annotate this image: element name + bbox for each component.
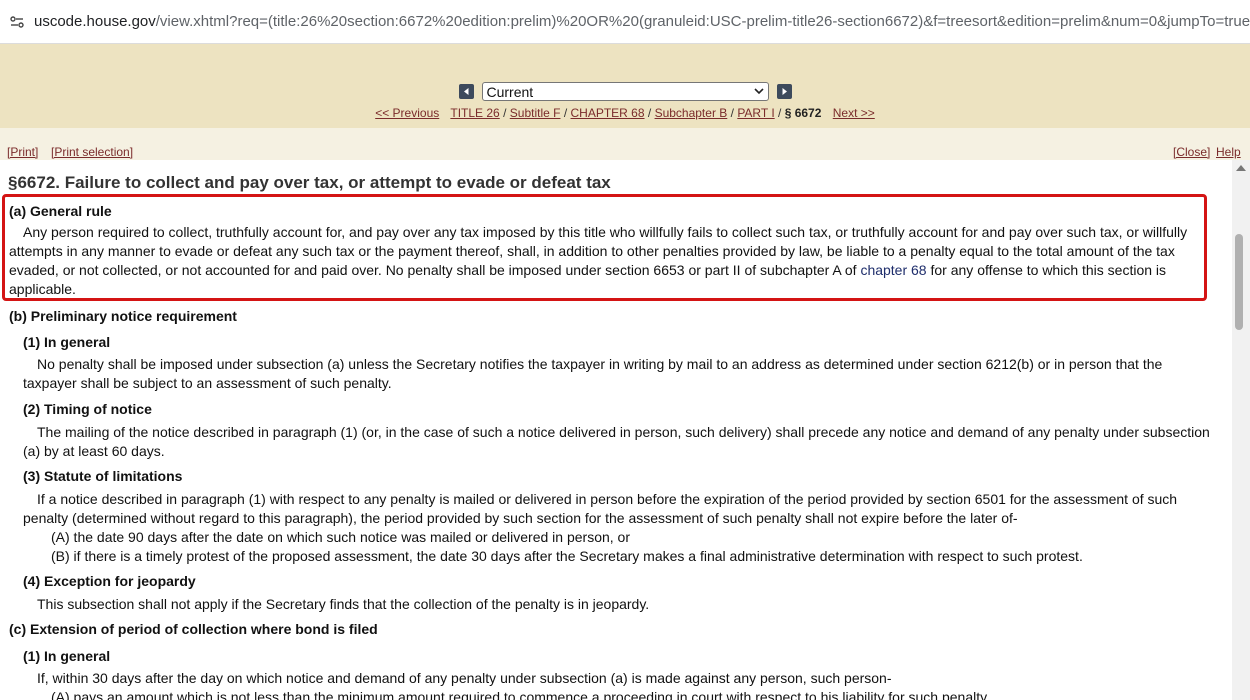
paragraph-b3-text: penalty (determined without regard to th… — [23, 510, 1018, 526]
paragraph-b1-text: taxpayer shall be subject to an assessme… — [23, 375, 392, 391]
print-link[interactable]: [Print] — [7, 145, 38, 159]
crumb-title[interactable]: TITLE 26 — [450, 106, 499, 120]
paragraph-b1-text: No penalty shall be imposed under subsec… — [37, 356, 1163, 372]
address-bar[interactable]: uscode.house.gov/view.xhtml?req=(title:2… — [0, 0, 1250, 44]
paragraph-b2-text: The mailing of the notice described in p… — [37, 424, 1210, 440]
chapter-68-link[interactable]: chapter 68 — [860, 262, 926, 278]
section-title: §6672. Failure to collect and pay over t… — [8, 173, 611, 192]
version-nav: Current — [0, 82, 1250, 101]
crumb-separator: / — [778, 106, 782, 120]
clause-b3-B: (B) if there is a timely protest of the … — [51, 548, 1083, 564]
previous-version-button[interactable] — [458, 84, 474, 99]
section-content: §6672. Failure to collect and pay over t… — [0, 160, 1232, 700]
print-selection-link[interactable]: [Print selection] — [51, 145, 133, 159]
subsection-a-text: evaded, or not collected, or not account… — [9, 262, 1167, 278]
crumb-subchapter[interactable]: Subchapter B — [655, 106, 728, 120]
crumb-part[interactable]: PART I — [737, 106, 774, 120]
url-text[interactable]: uscode.house.gov/view.xhtml?req=(title:2… — [34, 13, 1250, 30]
subsection-a-text: attempts in any manner to evade or defea… — [9, 243, 1175, 259]
next-link[interactable]: Next >> — [833, 106, 875, 120]
tool-row: [Print] [Print selection] [Close] Help — [0, 128, 1250, 160]
paragraph-b3-text: If a notice described in paragraph (1) w… — [37, 491, 1178, 507]
breadcrumb: << Previous TITLE 26 / Subtitle F / CHAP… — [0, 106, 1250, 120]
crumb-separator: / — [730, 106, 734, 120]
site-info-icon[interactable] — [6, 11, 28, 33]
subsection-a-text: applicable. — [9, 281, 76, 297]
crumb-subtitle[interactable]: Subtitle F — [510, 106, 561, 120]
paragraph-b2-heading: (2) Timing of notice — [23, 401, 152, 417]
paragraph-c1-text: If, within 30 days after the day on whic… — [37, 670, 892, 686]
scroll-up-icon[interactable] — [1236, 165, 1246, 171]
version-select-value: Current — [486, 83, 534, 100]
subsection-c-heading: (c) Extension of period of collection wh… — [9, 621, 378, 637]
paragraph-b3-heading: (3) Statute of limitations — [23, 468, 183, 484]
close-link[interactable]: [Close] — [1173, 145, 1210, 159]
paragraph-c1-heading: (1) In general — [23, 648, 111, 664]
chevron-down-icon — [753, 88, 764, 95]
paragraph-b4-text: This subsection shall not apply if the S… — [37, 596, 650, 612]
paragraph-b4-heading: (4) Exception for jeopardy — [23, 573, 196, 589]
arrow-right-icon — [782, 88, 787, 95]
subsection-b-heading: (b) Preliminary notice requirement — [9, 308, 237, 324]
previous-link[interactable]: << Previous — [375, 106, 439, 120]
crumb-separator: / — [647, 106, 652, 120]
paragraph-b1-heading: (1) In general — [23, 334, 111, 350]
clause-c1-A: (A) pays an amount which is not less tha… — [51, 689, 990, 700]
vertical-scrollbar[interactable] — [1232, 160, 1250, 700]
crumb-separator: / — [563, 106, 568, 120]
arrow-left-icon — [463, 88, 468, 95]
crumb-current: § 6672 — [784, 106, 822, 120]
subsection-a-heading: (a) General rule — [9, 203, 112, 219]
navigation-band: Current << Previous TITLE 26 / Subtitle … — [0, 44, 1250, 128]
next-version-button[interactable] — [776, 84, 792, 99]
subsection-a-text: Any person required to collect, truthful… — [23, 224, 1188, 240]
clause-b3-A: (A) the date 90 days after the date on w… — [51, 529, 630, 545]
paragraph-b2-text: (a) by at least 60 days. — [23, 443, 165, 459]
crumb-separator: / — [503, 106, 507, 120]
crumb-chapter[interactable]: CHAPTER 68 — [571, 106, 645, 120]
scroll-thumb[interactable] — [1235, 234, 1243, 330]
help-link[interactable]: Help — [1216, 145, 1241, 159]
version-select[interactable]: Current — [481, 82, 769, 101]
